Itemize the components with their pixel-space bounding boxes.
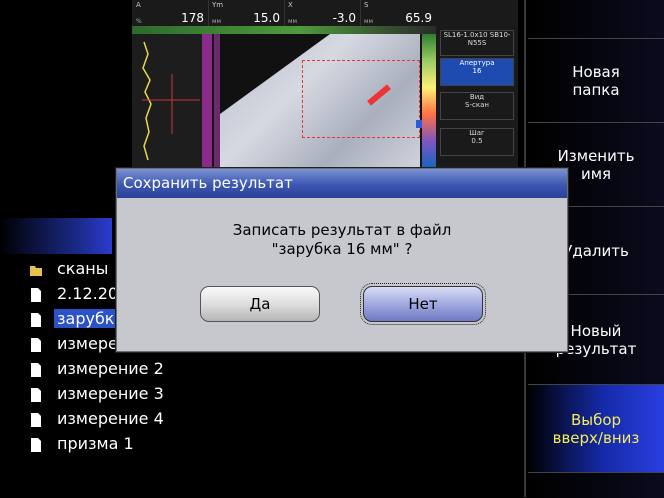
folder-icon [30,262,42,276]
a-scan-trace [142,41,200,161]
list-item-label: измерение 4 [57,409,164,428]
file-icon [30,437,42,452]
view-value: S-скан [465,101,489,109]
step-value: 0.5 [471,137,483,145]
file-icon [30,337,42,352]
list-item-label: измерение 2 [57,359,164,378]
aperture-label: Апертура [459,59,495,67]
readout-x-value: -3.0 [332,11,356,25]
step-box: Шаг 0.5 [440,128,514,156]
preview-readout-bar: A % 178 Ym мм 15.0 X мм -3.0 S мм 65.9 [132,0,436,26]
readout-ym: Ym мм 15.0 [208,0,285,26]
file-icon [30,312,42,327]
step-label: Шаг [469,129,485,137]
softkey-empty[interactable] [528,0,664,38]
preview-ruler [132,26,436,34]
list-item-label: измерение 3 [57,384,164,403]
preview-gate-box [302,60,420,138]
new-folder-button[interactable]: Новая папка [528,38,664,123]
probe-info: SL16-1.0x10 SB10-N55S [440,30,514,56]
list-item[interactable]: измерение 2 [0,356,520,381]
readout-a: A % 178 [132,0,209,26]
preview-gate-bar [202,34,212,168]
readout-x: X мм -3.0 [284,0,361,26]
readout-ym-value: 15.0 [253,11,280,25]
readout-s-unit: мм [364,18,374,25]
list-item-label: сканы [57,259,109,278]
list-item-label: призма 1 [57,434,134,453]
dialog-title: Сохранить результат [117,169,567,198]
readout-a-label: A [136,1,141,9]
save-result-dialog: Сохранить результат Записать результат в… [116,168,568,352]
view-label: Вид [469,93,485,101]
readout-s-label: S [364,1,369,9]
list-item[interactable]: призма 1 [0,431,520,456]
file-panel-header [0,218,112,254]
readout-s: S мм 65.9 [360,0,436,26]
readout-x-label: X [288,1,293,9]
readout-x-unit: мм [288,18,298,25]
file-icon [30,412,42,427]
file-icon [30,387,42,402]
aperture-box: Апертура 16 [440,58,514,86]
readout-ym-unit: мм [212,18,222,25]
softkey-empty-bottom[interactable] [528,472,664,498]
dialog-message-line-2: "зарубка 16 мм" ? [271,240,413,258]
view-box: Вид S-скан [440,92,514,120]
no-button[interactable]: Нет [360,283,486,325]
yes-button[interactable]: Да [200,286,320,322]
list-item[interactable]: измерение 4 [0,406,520,431]
list-item[interactable]: измерение 3 [0,381,520,406]
file-icon [30,287,42,302]
preview-color-palette [422,34,436,168]
preview-a-scan [132,34,212,168]
dialog-message-line-1: Записать результат в файл [232,221,452,239]
scan-preview-thumbnail: A % 178 Ym мм 15.0 X мм -3.0 S мм 65.9 S… [132,0,518,168]
list-item-label: 2.12.20 [57,284,119,303]
preview-side-panel: SL16-1.0x10 SB10-N55S Апертура 16 Вид S-… [436,0,518,168]
readout-s-value: 65.9 [405,11,432,25]
file-icon [30,362,42,377]
select-up-down-button[interactable]: Выбор вверх/вниз [528,384,664,473]
readout-a-value: 178 [181,11,204,25]
dialog-message: Записать результат в файл "зарубка 16 мм… [117,221,567,259]
aperture-value: 16 [472,67,482,75]
readout-a-unit: % [136,18,142,25]
readout-ym-label: Ym [212,1,224,9]
